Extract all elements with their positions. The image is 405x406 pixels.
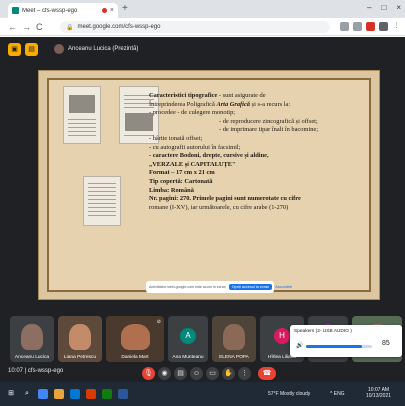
slide-line: - cu autografii autorului în facsimil; [149, 143, 241, 151]
participant-avatar: H [274, 328, 290, 344]
search-icon[interactable]: ⌕ [22, 389, 32, 399]
reload-button[interactable]: C [36, 21, 43, 33]
url-text: meet.google.com/cfs-wssp-ego [77, 24, 161, 30]
presentation-toggle-icon[interactable]: ▣ [8, 42, 21, 56]
slide-line: - procedee - de culegere monotip; [149, 109, 236, 117]
presenter-avatar [54, 44, 64, 54]
browser-tab-meet[interactable]: Meet – cfs-wssp-ego × [8, 3, 118, 18]
address-bar-row: ← → C 🔒 meet.google.com/cfs-wssp-ego ⋮ [0, 18, 405, 36]
close-window-button[interactable]: × [396, 3, 401, 12]
chrome-taskbar-icon[interactable] [38, 389, 48, 399]
volume-slider-fill [306, 345, 363, 348]
presentation-slide: Caracteristici tipografice - sunt asigur… [38, 70, 380, 300]
forward-button[interactable]: → [22, 21, 31, 33]
slide-line: - hârtie tonată offset; [149, 134, 203, 142]
participant-name: Daniela Mart [121, 355, 149, 360]
url-input[interactable]: 🔒 meet.google.com/cfs-wssp-ego [60, 21, 330, 33]
participant-name: ELENA POPA [219, 355, 249, 360]
slide-line: romane (I-XV), iar următoarele, cu cifre… [149, 203, 289, 211]
microphone-button[interactable]: 🎙 [142, 367, 155, 380]
participant-tile[interactable]: Anceanu Lucica [10, 316, 54, 362]
participant-video [21, 324, 43, 350]
participant-name: Liana Petrescu [64, 355, 96, 360]
raise-hand-button[interactable]: ✋ [222, 367, 235, 380]
taskbar-clock[interactable]: 10:07 AM 10/13/2021 [366, 387, 391, 399]
meeting-clock: 10:07 | cfs-wssp-ego [8, 368, 64, 374]
profile-avatar-icon[interactable] [379, 22, 388, 31]
participant-video [120, 324, 150, 350]
screen-share-notice: Activitatea meet.google.com este acum în… [146, 281, 292, 293]
volume-slider[interactable] [306, 345, 372, 348]
meet-header: ▣ ▤ Anceanu Lucica (Prezintă) [0, 37, 405, 61]
back-button[interactable]: ← [8, 21, 17, 33]
puzzle-icon[interactable] [353, 22, 362, 31]
slide-line: Întreprinderea Poligrafică Arta Grafică … [149, 100, 291, 108]
slide-line: Tip copertă: Cartonată [149, 177, 213, 185]
slide-line: Format – 17 cm x 21 cm [149, 169, 215, 177]
camera-button[interactable]: ◉ [158, 367, 171, 380]
slide-line: „VERZALE și CAPITALUȚE" [149, 160, 236, 168]
hide-notice-button[interactable]: Ascundeți [275, 285, 292, 289]
system-tray[interactable]: ^ ENG [330, 391, 345, 397]
word-icon[interactable] [118, 389, 128, 399]
captions-button[interactable]: ▤ [174, 367, 187, 380]
browser-tab-bar: Meet – cfs-wssp-ego × + – □ × [0, 0, 405, 18]
tab-close-icon[interactable]: × [110, 7, 114, 14]
slide-line: Caracteristici tipografice - sunt asigur… [149, 92, 266, 99]
book-page-image-1 [63, 86, 101, 144]
extension-icon[interactable] [340, 22, 349, 31]
menu-dots-icon[interactable]: ⋮ [392, 22, 401, 31]
recording-dot-icon [101, 8, 107, 13]
office-icon[interactable] [86, 389, 96, 399]
slide-frame: Caracteristici tipografice - sunt asigur… [47, 78, 371, 292]
maximize-button[interactable]: □ [381, 3, 386, 12]
participant-avatar: A [180, 328, 196, 344]
taskbar-date: 10/13/2021 [366, 393, 392, 399]
more-options-button[interactable]: ⋮ [238, 367, 251, 380]
edge-icon[interactable] [70, 389, 80, 399]
slide-line: - de imprimare tipar înalt în bacomine; [219, 126, 319, 134]
file-explorer-icon[interactable] [54, 389, 64, 399]
window-controls: – □ × [367, 3, 401, 12]
lock-icon: 🔒 [66, 24, 74, 31]
present-button[interactable]: ▭ [206, 367, 219, 380]
participant-name: Anceanu Lucica [14, 355, 50, 360]
book-page-image-3 [83, 176, 121, 226]
slide-line: - de reproducere zincografică și offset; [219, 117, 318, 125]
meeting-controls: 10:07 | cfs-wssp-ego 🎙 ◉ ▤ ☺ ▭ ✋ ⋮ ☎ [0, 367, 290, 381]
participant-name: Ana Munteanu [172, 355, 204, 360]
slide-line: Nr. pagini: 270. Primele pagini sunt num… [149, 195, 301, 203]
end-call-button[interactable]: ☎ [258, 367, 276, 380]
audio-device-label: Speakers (2- USB AUDIO ) [294, 329, 352, 334]
meet-favicon-icon [12, 7, 19, 14]
participant-tile[interactable]: A Ana Munteanu [168, 316, 208, 362]
speaker-icon[interactable]: 🔊 [296, 342, 303, 349]
slide-text: Caracteristici tipografice - sunt asigur… [149, 92, 369, 212]
slide-line: Limba: Română [149, 186, 194, 194]
emoji-button[interactable]: ☺ [190, 367, 203, 380]
screen-share-note: Activitatea meet.google.com este acum în… [149, 285, 226, 289]
participant-tile[interactable]: Liana Petrescu [58, 316, 102, 362]
windows-start-icon[interactable]: ⊞ [6, 389, 16, 399]
minimize-button[interactable]: – [367, 3, 371, 12]
weather-widget[interactable]: 57°F Mostly cloudy [268, 391, 310, 397]
volume-popup: Speakers (2- USB AUDIO ) 🔊 85 [290, 325, 402, 357]
participant-video [69, 324, 91, 350]
excel-icon[interactable] [102, 389, 112, 399]
layout-icon[interactable]: ▤ [25, 42, 38, 56]
new-tab-button[interactable]: + [122, 3, 128, 15]
profile-red-icon[interactable] [366, 22, 375, 31]
participant-tile[interactable]: ⊘ Daniela Mart [106, 316, 164, 362]
participant-tile[interactable]: ELENA POPA [212, 316, 256, 362]
mic-muted-icon: ⊘ [156, 319, 161, 325]
presenter-name: Anceanu Lucica (Prezintă) [68, 46, 139, 52]
volume-value: 85 [382, 340, 390, 347]
tab-title: Meet – cfs-wssp-ego [22, 7, 78, 14]
participant-video [223, 324, 245, 350]
windows-taskbar: ⊞ ⌕ 57°F Mostly cloudy ^ ENG 10:07 AM 10… [0, 382, 405, 406]
slide-line: - caractere Bodoni, drepte, cursive și a… [149, 152, 269, 160]
stop-sharing-button[interactable]: Opriți accesul la ecran [228, 284, 273, 290]
